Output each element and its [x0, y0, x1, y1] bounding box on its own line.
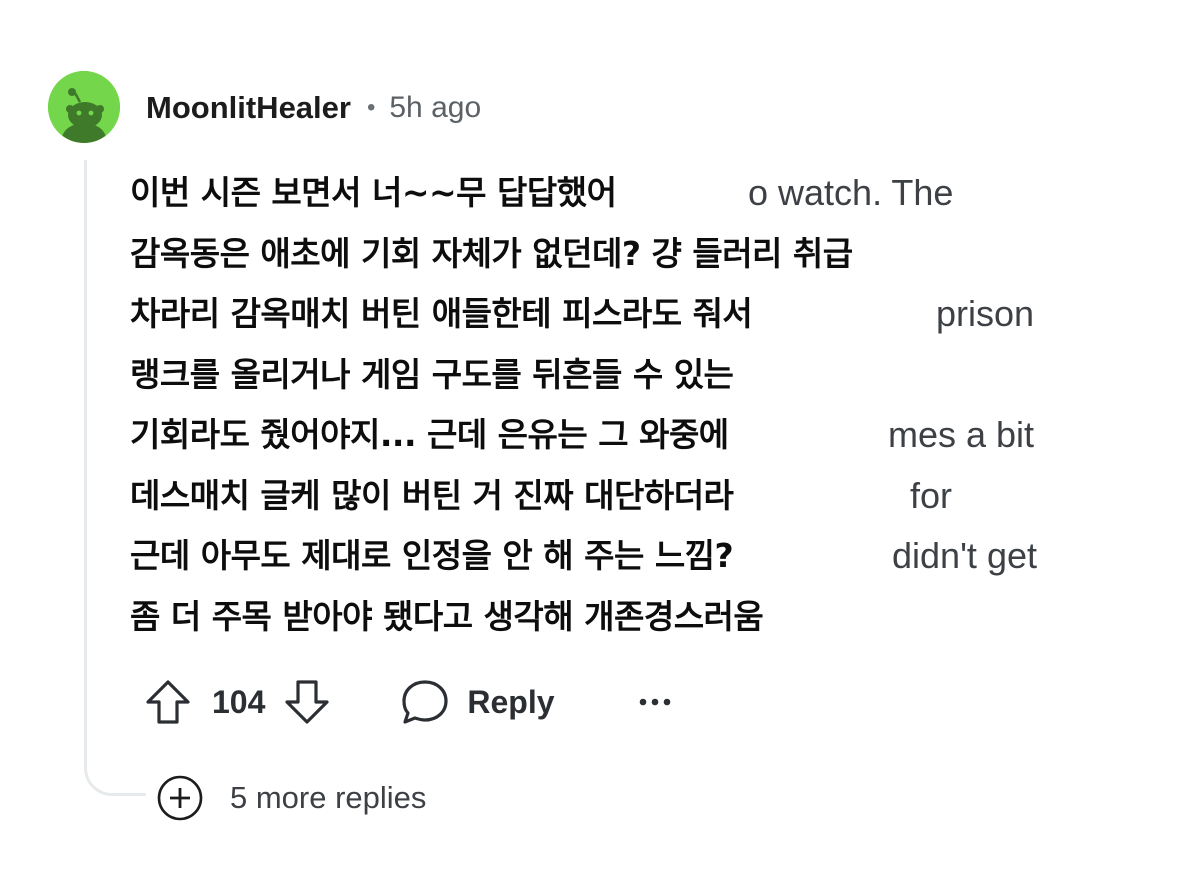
reply-label: Reply	[467, 683, 555, 720]
translated-text: 이번 시즌 보면서 너~~무 답답했어	[130, 173, 623, 212]
comment-line: mes a bit 기회라도 줬어야지... 근데 은유는 그 와중에	[130, 412, 1090, 473]
comment-header: MoonlitHealer • 5h ago	[146, 86, 481, 130]
comment-actions: 104 Reply	[140, 672, 673, 732]
translated-text: 좀 더 주목 받아야 됐다고 생각해 개존경스러움	[130, 596, 770, 636]
translated-text: 근데 아무도 제대로 인정을 안 해 주는 느낌?	[130, 536, 740, 575]
translated-text: 랭크를 올리거나 게임 구도를 뒤흔들 수 있는	[130, 354, 740, 394]
ellipsis-icon	[639, 698, 670, 706]
comment-line: o watch. The 이번 시즌 보면서 너~~무 답답했어	[130, 170, 1090, 231]
original-text-fragment: prison	[936, 293, 1035, 334]
vote-count: 104	[212, 683, 266, 720]
comment-line: prison 차라리 감옥매치 버틴 애들한테 피스라도 줘서	[130, 291, 1090, 352]
original-text-fragment: mes a bit	[888, 414, 1035, 455]
speech-bubble-icon	[402, 680, 448, 724]
translated-text: 차라리 감옥매치 버틴 애들한테 피스라도 줘서	[130, 294, 759, 333]
translated-text: 기회라도 줬어야지... 근데 은유는 그 와중에	[130, 415, 735, 454]
avatar[interactable]	[48, 71, 120, 143]
comment-line: for 데스매치 글케 많이 버틴 거 진짜 대단하더라	[130, 473, 1090, 534]
comment-line: 감옥동은 애초에 기회 자체가 없던데? 걍 들러리 취급	[130, 231, 1090, 292]
plus-circle-icon	[157, 775, 203, 821]
more-options-button[interactable]	[637, 692, 673, 712]
original-text-fragment: for	[910, 474, 953, 516]
more-replies-button[interactable]: 5 more replies	[156, 774, 426, 822]
translated-text: 데스매치 글케 많이 버틴 거 진짜 대단하더라	[130, 475, 740, 515]
original-text-fragment: o watch. The	[748, 172, 954, 213]
reply-button[interactable]: Reply	[399, 676, 555, 728]
arrow-up-icon	[146, 680, 190, 724]
more-replies-label: 5 more replies	[230, 780, 427, 815]
timestamp[interactable]: 5h ago	[389, 91, 481, 125]
comment-body: o watch. The 이번 시즌 보면서 너~~무 답답했어감옥동은 애초에 …	[130, 170, 1090, 654]
arrow-down-icon	[285, 680, 329, 724]
original-text-fragment: didn't get	[892, 535, 1037, 576]
downvote-button[interactable]	[279, 674, 335, 730]
translated-text: 감옥동은 애초에 기회 자체가 없던데? 걍 들러리 취급	[130, 233, 859, 273]
meta-separator: •	[366, 94, 376, 121]
reddit-snoo-icon	[48, 71, 120, 143]
comment-line: 랭크를 올리거나 게임 구도를 뒤흔들 수 있는	[130, 352, 1090, 413]
upvote-button[interactable]	[140, 674, 196, 730]
comment-line: 좀 더 주목 받아야 됐다고 생각해 개존경스러움	[130, 594, 1090, 655]
comment-line: didn't get 근데 아무도 제대로 인정을 안 해 주는 느낌?	[130, 533, 1090, 594]
username[interactable]: MoonlitHealer	[146, 90, 351, 126]
